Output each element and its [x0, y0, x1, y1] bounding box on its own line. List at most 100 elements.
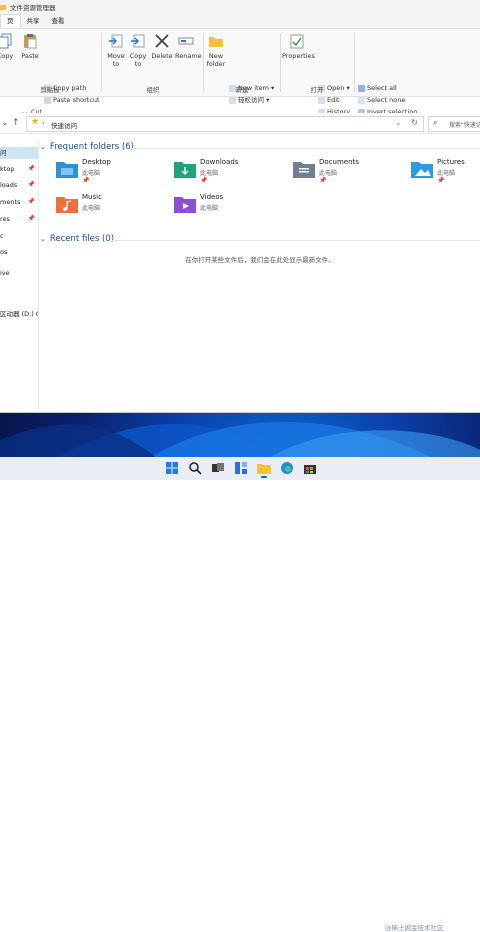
- folder-videos[interactable]: Videos 此电脑: [174, 193, 284, 225]
- widgets-icon[interactable]: [234, 461, 248, 475]
- navigation-pane: 问 ktop 📌 loads 📌 ments 📌 res 📌 c os ive 区动器 …: [0, 140, 39, 410]
- folder-location: 此电脑: [200, 170, 219, 177]
- folder-name: Documents: [319, 158, 359, 166]
- pin-icon: 📌: [200, 177, 208, 184]
- folder-name: Videos: [200, 193, 224, 201]
- edge-icon[interactable]: [280, 461, 294, 475]
- properties-icon: [289, 33, 305, 49]
- nav-item-label: loads: [0, 181, 18, 189]
- desktop-folder-icon: [56, 160, 78, 178]
- delete-button[interactable]: Delete: [151, 33, 173, 60]
- ribbon-tabs: 页 共享 查看: [0, 14, 480, 29]
- start-icon[interactable]: [165, 461, 179, 475]
- copy-label: Copy: [0, 52, 14, 60]
- frequent-folders-title: Frequent folders (6): [49, 142, 134, 152]
- chevron-down-icon: ⌄: [40, 235, 46, 243]
- pin-icon: 📌: [27, 181, 35, 188]
- tab-share[interactable]: 共享: [21, 15, 46, 28]
- chevron-down-icon[interactable]: ⌄: [1, 118, 9, 128]
- easy-access-icon: [229, 96, 236, 104]
- new-folder-button[interactable]: New folder: [205, 33, 227, 68]
- watermark: @稀土掘金技术社区: [385, 924, 444, 932]
- up-arrow-icon[interactable]: ↑: [12, 118, 20, 128]
- paste-icon: [22, 33, 38, 49]
- chevron-down-icon[interactable]: ⌄: [395, 119, 401, 127]
- properties-button[interactable]: Properties: [282, 33, 315, 60]
- nav-item-label: 区动器 (D:) CC: [0, 310, 38, 318]
- music-folder-icon: [56, 195, 78, 213]
- folder-documents[interactable]: Documents 此电脑 📌: [293, 158, 403, 190]
- folder-name: Desktop: [82, 158, 111, 166]
- nav-item-downloads[interactable]: loads 📌: [0, 179, 38, 191]
- address-bar[interactable]: ★ › 快速访问 ⌄ ↻: [26, 116, 424, 132]
- folder-downloads[interactable]: Downloads 此电脑 📌: [174, 158, 284, 190]
- paste-shortcut-button[interactable]: Paste shortcut: [44, 95, 100, 105]
- folder-location: 此电脑: [437, 170, 456, 177]
- folder-name: Downloads: [200, 158, 239, 166]
- content-pane: ⌄ Frequent folders (6) Desktop 此电脑 📌 Down…: [40, 140, 480, 410]
- nav-item-music[interactable]: c: [0, 230, 38, 242]
- select-all-label: Select all: [367, 84, 397, 92]
- task-view-icon[interactable]: [211, 461, 225, 475]
- paste-shortcut-icon: [44, 96, 51, 104]
- nav-item-pictures[interactable]: res 📌: [0, 213, 38, 225]
- nav-item-onedrive[interactable]: ive: [0, 267, 38, 279]
- new-folder-icon: [208, 33, 224, 49]
- search-placeholder: 搜索"快速访问": [449, 122, 480, 129]
- nav-item-videos[interactable]: os: [0, 246, 38, 258]
- clipboard-group: Copy Paste Copy path Paste shortcut ✂Cut…: [0, 29, 100, 118]
- tab-home[interactable]: 页: [0, 14, 21, 28]
- nav-item-label: res: [0, 215, 10, 223]
- file-explorer-window: 文件资源管理器 页 共享 查看 Copy Paste Copy path Pas…: [0, 0, 480, 413]
- nav-item-quick-access[interactable]: 问: [0, 147, 38, 159]
- rename-button[interactable]: Rename: [175, 33, 202, 60]
- ribbon-separator: [203, 33, 204, 92]
- window-title: 文件资源管理器: [10, 4, 56, 12]
- paste-button[interactable]: Paste: [19, 33, 41, 60]
- rename-icon: [178, 33, 194, 49]
- new-folder-label: New folder: [206, 52, 226, 68]
- edit-button[interactable]: Edit: [318, 95, 340, 105]
- folder-music[interactable]: Music 此电脑: [56, 193, 166, 225]
- folder-pictures[interactable]: Pictures 此电脑 📌: [411, 158, 480, 190]
- pictures-folder-icon: [411, 160, 433, 178]
- copy-button[interactable]: Copy: [0, 33, 16, 60]
- frequent-folders-header[interactable]: ⌄ Frequent folders (6): [40, 142, 134, 152]
- select-all-button[interactable]: Select all: [358, 83, 397, 93]
- clipboard-group-label: 剪贴板: [40, 86, 60, 94]
- folder-location: 此电脑: [200, 205, 219, 212]
- nav-item-desktop[interactable]: ktop 📌: [0, 163, 38, 175]
- nav-item-label: c: [0, 232, 4, 240]
- empty-recent-message: 在你打开某些文件后，我们会在此处显示最新文件。: [185, 256, 335, 264]
- move-to-button[interactable]: Move to: [105, 33, 127, 68]
- downloads-folder-icon: [174, 160, 196, 178]
- ribbon: Copy Paste Copy path Paste shortcut ✂Cut…: [0, 29, 480, 118]
- recent-files-header[interactable]: ⌄ Recent files (0): [40, 234, 114, 244]
- pin-icon: 📌: [437, 177, 445, 184]
- nav-item-drive-d[interactable]: 区动器 (D:) CC: [0, 308, 38, 320]
- folder-name: Pictures: [437, 158, 465, 166]
- search-box[interactable]: ⌕ 搜索"快速访问": [428, 116, 480, 132]
- nav-item-label: 问: [0, 149, 7, 157]
- open-group-label: 打开: [310, 86, 324, 94]
- select-none-button[interactable]: Select none: [358, 95, 405, 105]
- folder-desktop[interactable]: Desktop 此电脑 📌: [56, 158, 166, 190]
- search-icon[interactable]: [188, 461, 202, 475]
- section-divider: [112, 240, 480, 241]
- store-icon[interactable]: [303, 461, 317, 475]
- select-all-icon: [358, 84, 365, 92]
- tab-view[interactable]: 查看: [46, 15, 71, 28]
- nav-item-documents[interactable]: ments 📌: [0, 196, 38, 208]
- copy-to-label: Copy to: [129, 52, 147, 68]
- easy-access-button[interactable]: 轻松访问 ▾: [229, 95, 269, 105]
- search-icon: ⌕: [433, 118, 438, 127]
- folder-name: Music: [82, 193, 102, 201]
- copy-to-button[interactable]: Copy to: [127, 33, 149, 68]
- delete-icon: [154, 33, 170, 49]
- rename-label: Rename: [175, 52, 202, 60]
- paste-shortcut-label: Paste shortcut: [53, 96, 100, 104]
- refresh-icon[interactable]: ↻: [411, 118, 418, 127]
- recent-files-title: Recent files (0): [49, 234, 115, 244]
- ribbon-separator: [101, 33, 102, 92]
- file-explorer-icon[interactable]: [257, 461, 271, 478]
